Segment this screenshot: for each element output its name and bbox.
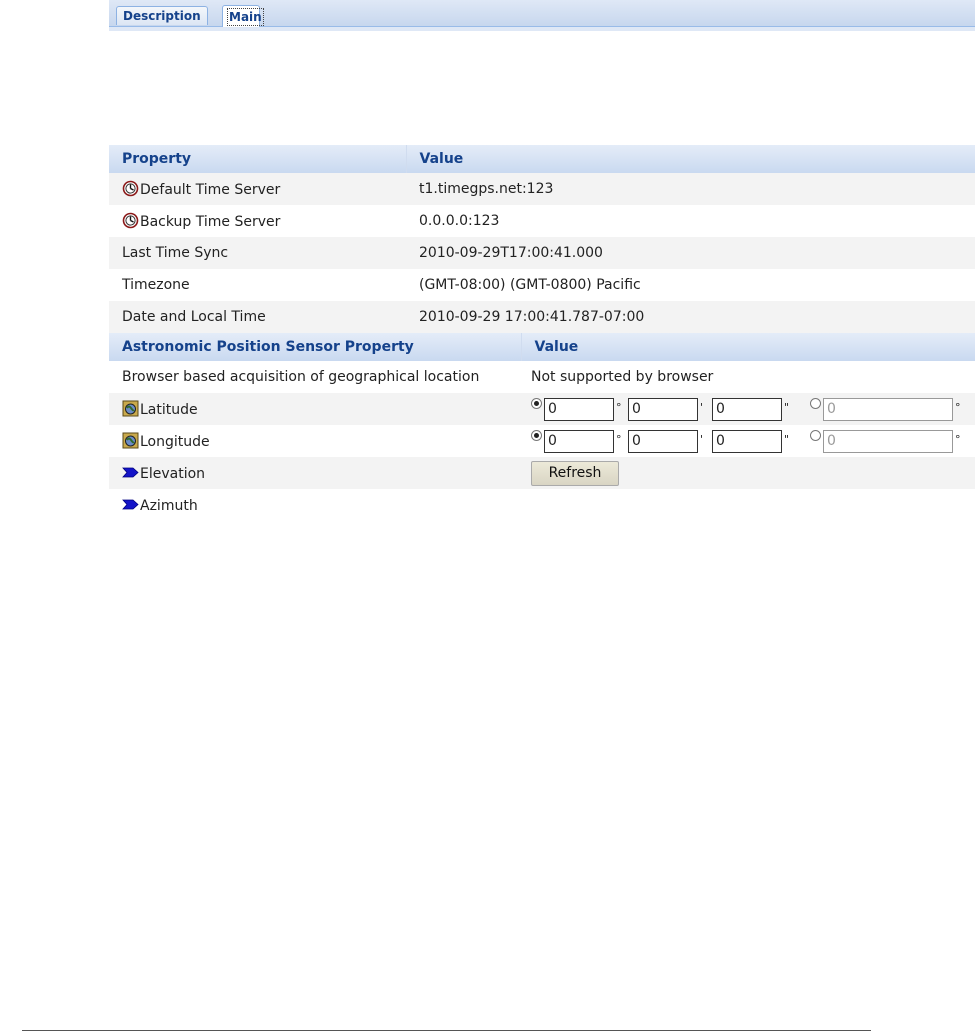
- globe-icon: [122, 400, 139, 417]
- column-header-value: Value: [406, 145, 975, 173]
- value-cell: 2010-09-29 17:00:41.787-07:00: [406, 301, 975, 333]
- degree-symbol: °: [616, 433, 622, 446]
- table-row: Timezone (GMT-08:00) (GMT-0800) Pacific: [109, 269, 975, 301]
- property-label: Backup Time Server: [140, 214, 281, 230]
- latitude-label: Latitude: [140, 402, 198, 418]
- table-row: Date and Local Time 2010-09-29 17:00:41.…: [109, 301, 975, 333]
- degree-symbol: °: [616, 401, 622, 414]
- arrow-icon: [122, 499, 139, 510]
- latitude-dms-radio[interactable]: [531, 398, 542, 409]
- elevation-label: Elevation: [140, 466, 206, 482]
- tab-main-label: Main: [227, 8, 264, 26]
- table-row: Last Time Sync 2010-09-29T17:00:41.000: [109, 237, 975, 269]
- value-cell: t1.timegps.net:123: [406, 173, 975, 205]
- degree-symbol: °: [955, 433, 961, 446]
- azimuth-label: Azimuth: [140, 498, 198, 514]
- clock-icon: [122, 212, 139, 229]
- property-cell: Browser based acquisition of geographica…: [122, 369, 480, 385]
- column-header-sensor-property: Astronomic Position Sensor Property: [109, 333, 522, 361]
- minute-symbol: ': [700, 433, 704, 446]
- second-symbol: ": [784, 401, 790, 414]
- property-cell: Backup Time Server: [109, 205, 406, 237]
- value-cell: 0.0.0.0:123: [419, 213, 500, 229]
- property-cell: Longitude: [109, 425, 521, 457]
- table-row: Elevation Refresh: [109, 457, 975, 489]
- property-cell: Elevation: [109, 457, 521, 489]
- second-symbol: ": [784, 433, 790, 446]
- time-properties-table: Property Value Default Time Server t1.ti…: [109, 145, 975, 333]
- latitude-inputs: 0 ° 0 ' 0 " 0 °: [521, 393, 975, 425]
- longitude-minutes-input[interactable]: 0: [628, 429, 698, 453]
- property-cell: Latitude: [109, 393, 521, 425]
- arrow-icon: [122, 467, 139, 478]
- tab-bar: Description Main: [109, 0, 975, 27]
- latitude-seconds-input[interactable]: 0: [712, 397, 782, 421]
- property-cell: Timezone: [122, 277, 190, 293]
- degree-symbol: °: [955, 401, 961, 414]
- longitude-seconds-input[interactable]: 0: [712, 429, 782, 453]
- property-cell: Last Time Sync: [109, 237, 406, 269]
- table-row: Latitude 0 ° 0 ' 0 " 0 °: [109, 393, 975, 425]
- globe-icon: [122, 432, 139, 449]
- longitude-inputs: 0 ° 0 ' 0 " 0 °: [521, 425, 975, 457]
- refresh-button[interactable]: Refresh: [531, 460, 619, 486]
- value-cell: Refresh: [521, 457, 975, 489]
- content-blank-area: [109, 31, 975, 145]
- table-row: Default Time Server t1.timegps.net:123: [109, 173, 975, 205]
- table-row: Browser based acquisition of geographica…: [109, 361, 975, 393]
- longitude-label: Longitude: [140, 434, 210, 450]
- column-header-property: Property: [109, 145, 407, 173]
- footer-rule: [22, 1030, 871, 1031]
- longitude-degrees-input[interactable]: 0: [544, 429, 614, 453]
- longitude-decimal-input[interactable]: 0: [823, 429, 953, 453]
- property-label: Default Time Server: [140, 182, 281, 198]
- longitude-decimal-radio[interactable]: [810, 430, 821, 441]
- value-cell: (GMT-08:00) (GMT-0800) Pacific: [419, 277, 641, 293]
- clock-icon: [122, 180, 139, 197]
- property-cell: Azimuth: [109, 489, 521, 521]
- value-cell: [521, 489, 975, 521]
- main-panel: Description Main Property Value Default …: [109, 0, 975, 521]
- latitude-minutes-input[interactable]: 0: [628, 397, 698, 421]
- tab-main[interactable]: Main: [222, 5, 264, 27]
- latitude-degrees-input[interactable]: 0: [544, 397, 614, 421]
- latitude-decimal-input[interactable]: 0: [823, 397, 953, 421]
- table-header-row: Astronomic Position Sensor Property Valu…: [109, 333, 975, 361]
- table-row: Backup Time Server 0.0.0.0:123: [109, 205, 975, 237]
- value-cell: 2010-09-29T17:00:41.000: [406, 237, 975, 269]
- longitude-dms-radio[interactable]: [531, 430, 542, 441]
- table-header-row: Property Value: [109, 145, 975, 173]
- table-row: Azimuth: [109, 489, 975, 521]
- property-cell: Default Time Server: [109, 173, 406, 205]
- minute-symbol: ': [700, 401, 704, 414]
- property-cell: Date and Local Time: [109, 301, 406, 333]
- column-header-sensor-value: Value: [521, 333, 975, 361]
- tab-description[interactable]: Description: [116, 6, 208, 25]
- sensor-properties-table: Astronomic Position Sensor Property Valu…: [109, 333, 975, 521]
- table-row: Longitude 0 ° 0 ' 0 " 0 °: [109, 425, 975, 457]
- value-cell: Not supported by browser: [531, 369, 714, 385]
- latitude-decimal-radio[interactable]: [810, 398, 821, 409]
